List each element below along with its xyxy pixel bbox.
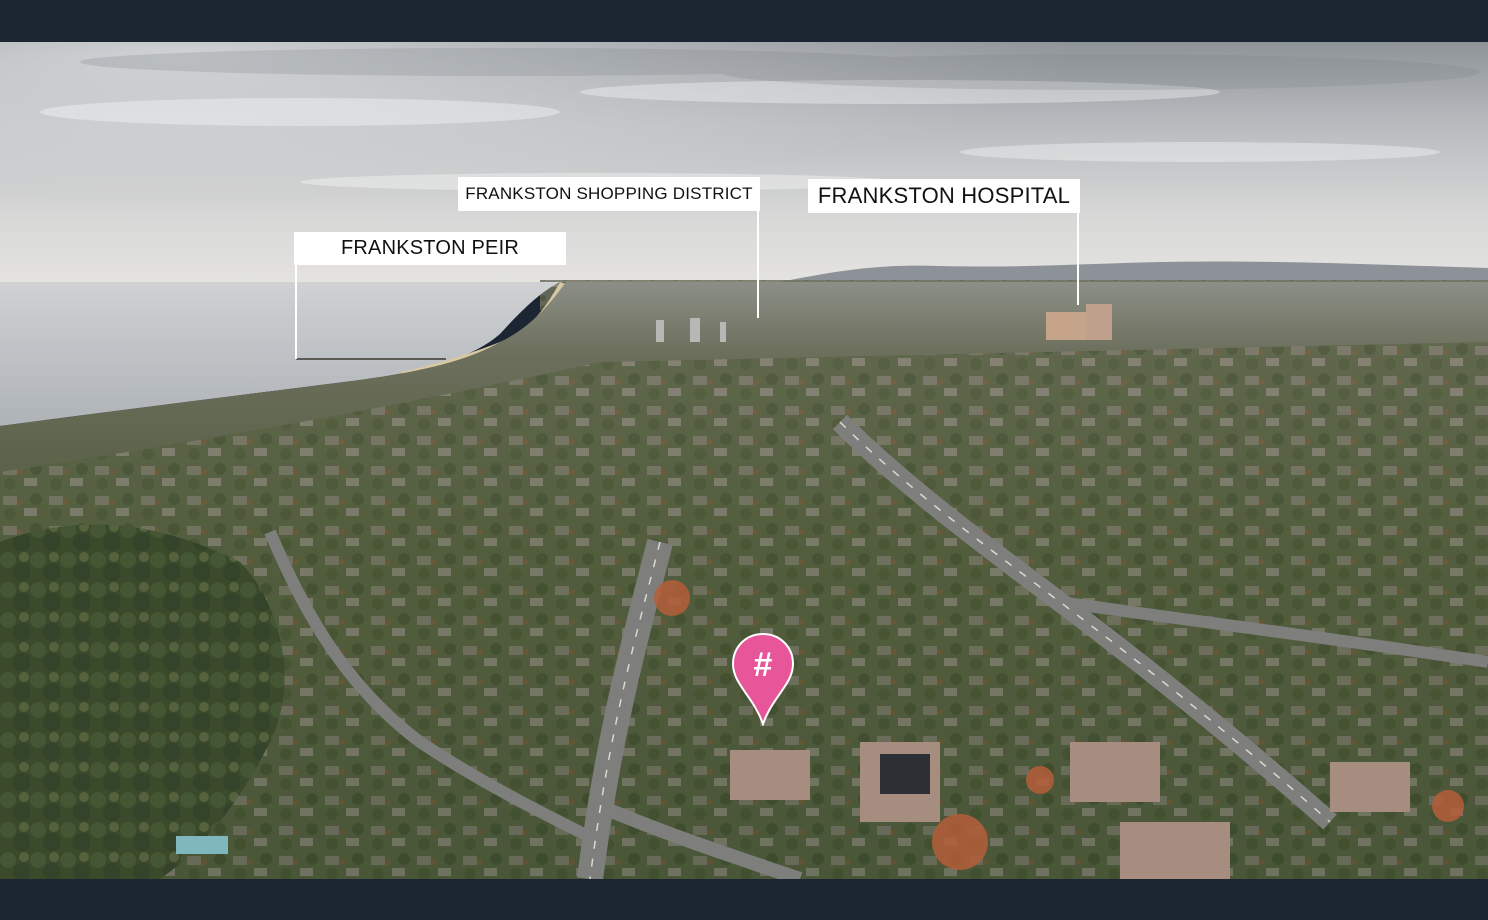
label-frankston-hospital: FRANKSTON HOSPITAL xyxy=(808,179,1080,213)
bottom-frame-bar xyxy=(0,879,1488,920)
label-frankston-hospital-text: FRANKSTON HOSPITAL xyxy=(817,183,1071,208)
top-frame-bar xyxy=(0,0,1488,42)
aerial-scene xyxy=(0,42,1488,879)
leader-line-peir xyxy=(295,265,297,359)
label-frankston-shopping-district-text: FRANKSTON SHOPPING DISTRICT xyxy=(465,184,753,203)
label-frankston-peir: FRANKSTON PEIR xyxy=(294,232,566,265)
label-frankston-shopping-district: FRANKSTON SHOPPING DISTRICT xyxy=(458,177,760,211)
label-frankston-peir-text: FRANKSTON PEIR xyxy=(340,237,519,259)
hashtag-location-pin-icon: # xyxy=(731,632,795,727)
leader-line-hospital xyxy=(1077,213,1079,305)
leader-line-shopping xyxy=(757,211,759,318)
aerial-photo xyxy=(0,42,1488,879)
pin-glyph: # xyxy=(754,646,773,684)
